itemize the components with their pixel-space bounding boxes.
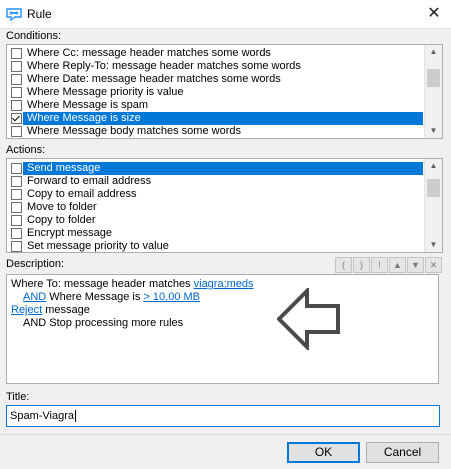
condition-item[interactable]: Where Message body matches some words xyxy=(7,125,442,138)
condition-item[interactable]: Where Cc: message header matches some wo… xyxy=(7,47,442,60)
description-box: Where To: message header matches viagra;… xyxy=(6,274,439,384)
not-button[interactable]: ! xyxy=(371,257,388,273)
checkbox[interactable] xyxy=(11,176,22,187)
window-title: Rule xyxy=(27,7,52,21)
scroll-thumb[interactable] xyxy=(427,179,440,197)
action-item[interactable]: Forward to email address xyxy=(7,175,442,188)
checkbox[interactable] xyxy=(11,228,22,239)
action-item[interactable]: Copy to email address xyxy=(7,188,442,201)
condition-item[interactable]: Where Message is spam xyxy=(7,99,442,112)
condition-item-selected[interactable]: Where Message is size xyxy=(7,112,442,125)
checkbox[interactable] xyxy=(11,202,22,213)
title-label: Title: xyxy=(6,391,30,403)
left-arrow-icon xyxy=(277,288,340,350)
checkbox[interactable] xyxy=(11,215,22,226)
cancel-button[interactable]: Cancel xyxy=(366,442,439,463)
rule-app-icon xyxy=(6,8,22,22)
scroll-thumb[interactable] xyxy=(427,69,440,87)
ok-button[interactable]: OK xyxy=(287,442,360,463)
open-paren-button[interactable]: ( xyxy=(335,257,352,273)
conditions-list[interactable]: Where Cc: message header matches some wo… xyxy=(6,44,443,139)
actions-scrollbar[interactable]: ▲ ▼ xyxy=(424,159,442,252)
and-link[interactable]: AND xyxy=(23,291,46,303)
checkbox[interactable] xyxy=(11,74,22,85)
scroll-down-icon[interactable]: ▼ xyxy=(425,238,442,252)
title-input[interactable]: Spam-Viagra xyxy=(6,405,440,427)
checkbox[interactable] xyxy=(11,189,22,200)
condition-item[interactable]: Where Message priority is value xyxy=(7,86,442,99)
checkbox[interactable] xyxy=(11,126,22,137)
description-label: Description: xyxy=(6,258,65,270)
action-item[interactable]: Encrypt message xyxy=(7,227,442,240)
words-link[interactable]: viagra;meds xyxy=(194,278,254,290)
close-paren-button[interactable]: ) xyxy=(353,257,370,273)
size-link[interactable]: > 10,00 MB xyxy=(143,291,200,303)
condition-item[interactable]: Where Date: message header matches some … xyxy=(7,73,442,86)
actions-list[interactable]: Send message Forward to email address Co… xyxy=(6,158,443,253)
checkbox[interactable] xyxy=(11,87,22,98)
conditions-label: Conditions: xyxy=(6,30,62,42)
condition-item[interactable]: Where Reply-To: message header matches s… xyxy=(7,60,442,73)
scroll-up-icon[interactable]: ▲ xyxy=(425,45,442,59)
close-button[interactable]: ✕ xyxy=(417,0,451,28)
action-item-selected[interactable]: Send message xyxy=(7,162,442,175)
scroll-up-icon[interactable]: ▲ xyxy=(425,159,442,173)
description-line-3: Reject message xyxy=(11,304,90,316)
checkbox[interactable] xyxy=(11,100,22,111)
delete-button[interactable]: ✕ xyxy=(425,257,442,273)
conditions-scrollbar[interactable]: ▲ ▼ xyxy=(424,45,442,138)
checkbox-checked[interactable] xyxy=(11,113,22,124)
action-item[interactable]: Set message priority to value xyxy=(7,240,442,252)
checkbox[interactable] xyxy=(11,163,22,174)
move-up-button[interactable]: ▲ xyxy=(389,257,406,273)
scroll-down-icon[interactable]: ▼ xyxy=(425,124,442,138)
action-item[interactable]: Copy to folder xyxy=(7,214,442,227)
description-line-2: AND Where Message is > 10,00 MB xyxy=(23,291,201,303)
close-icon: ✕ xyxy=(427,5,441,22)
actions-label: Actions: xyxy=(6,144,46,156)
text-caret xyxy=(75,410,76,423)
title-bar: Rule ✕ xyxy=(0,0,451,29)
description-toolbar: ()! ▲ ▼ ✕ xyxy=(334,257,442,273)
footer-divider xyxy=(0,434,451,435)
action-item[interactable]: Move to folder xyxy=(7,201,442,214)
move-down-button[interactable]: ▼ xyxy=(407,257,424,273)
description-line-4: AND Stop processing more rules xyxy=(23,317,184,329)
reject-link[interactable]: Reject xyxy=(11,304,42,316)
description-line-1: Where To: message header matches viagra;… xyxy=(11,278,254,290)
checkbox[interactable] xyxy=(11,48,22,59)
checkbox[interactable] xyxy=(11,61,22,72)
checkbox[interactable] xyxy=(11,241,22,252)
